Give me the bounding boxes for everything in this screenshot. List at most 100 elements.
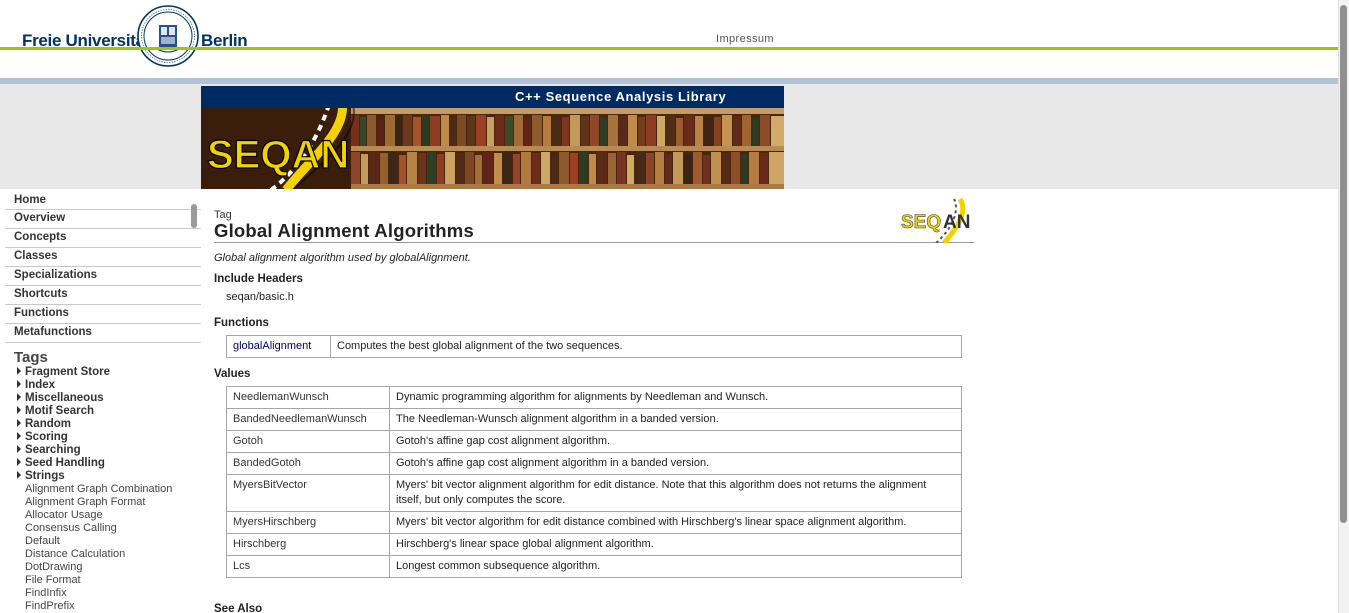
value-desc: Hirschberg's linear space global alignme… (389, 533, 962, 556)
university-header: Freie Universität Berlin Impressum (0, 0, 1338, 78)
main-content: Tag Global Alignment Algorithms SEQ AN G… (214, 192, 974, 613)
tag-group-random[interactable]: Random (5, 418, 201, 431)
expand-triangle-icon (17, 458, 21, 466)
tags-heading: Tags (14, 349, 48, 366)
tag-group-motif-search[interactable]: Motif Search (5, 405, 201, 418)
tag-group-index[interactable]: Index (5, 379, 201, 392)
value-name: NeedlemanWunsch (226, 386, 390, 409)
impressum-link[interactable]: Impressum (716, 33, 774, 45)
bookshelf-image: SEQAN (201, 108, 784, 189)
nav-metafunctions[interactable]: Metafunctions (5, 324, 201, 343)
table-row: BandedNeedlemanWunsch The Needleman-Wunsc… (226, 408, 962, 431)
tag-group-label: Strings (25, 470, 65, 482)
value-name: Gotoh (226, 430, 390, 453)
header-green-rule (0, 47, 1349, 50)
expand-triangle-icon (17, 432, 21, 440)
expand-triangle-icon (17, 471, 21, 479)
expand-triangle-icon (17, 393, 21, 401)
functions-heading: Functions (214, 317, 269, 329)
tag-group-fragment-store[interactable]: Fragment Store (5, 366, 201, 379)
tag-link[interactable]: Distance Calculation (5, 548, 201, 561)
table-row: MyersHirschberg Myers' bit vector algorit… (226, 511, 962, 534)
table-row: Gotoh Gotoh's affine gap cost alignment a… (226, 430, 962, 453)
value-desc: Gotoh's affine gap cost alignment algori… (389, 430, 962, 453)
include-file: seqan/basic.h (226, 291, 294, 303)
banner-tagline: C++ Sequence Analysis Library (515, 89, 727, 104)
value-desc: Myers' bit vector algorithm for edit dis… (389, 511, 962, 534)
nav-overview[interactable]: Overview (5, 210, 201, 229)
table-row: NeedlemanWunsch Dynamic programming algor… (226, 386, 962, 409)
tag-group-label: Seed Handling (25, 457, 105, 469)
svg-text:SEQ: SEQ (901, 212, 941, 233)
value-name: Hirschberg (226, 533, 390, 556)
seqan-banner[interactable]: C++ Sequence Analysis Library SEQAN (201, 86, 784, 189)
values-table: NeedlemanWunsch Dynamic programming algor… (226, 386, 962, 578)
values-heading: Values (214, 368, 251, 380)
tag-group-miscellaneous[interactable]: Miscellaneous (5, 392, 201, 405)
value-desc: Myers' bit vector alignment algorithm fo… (389, 474, 962, 512)
value-name: MyersHirschberg (226, 511, 390, 534)
tag-link[interactable]: Default (5, 535, 201, 548)
tag-link[interactable]: Allocator Usage (5, 509, 201, 522)
expand-triangle-icon (17, 406, 21, 414)
expand-triangle-icon (17, 380, 21, 388)
nav-concepts[interactable]: Concepts (5, 229, 201, 248)
tag-link[interactable]: FindInfix (5, 587, 201, 600)
tag-group-label: Scoring (25, 431, 68, 443)
nav-functions[interactable]: Functions (5, 305, 201, 324)
table-row: Hirschberg Hirschberg's linear space glob… (226, 533, 962, 556)
table-row: MyersBitVector Myers' bit vector alignmen… (226, 474, 962, 512)
value-desc: The Needleman-Wunsch alignment algorithm… (389, 408, 962, 431)
tag-link[interactable]: Alignment Graph Format (5, 496, 201, 509)
tag-link[interactable]: Consensus Calling (5, 522, 201, 535)
nav-shortcuts[interactable]: Shortcuts (5, 286, 201, 305)
tag-group-strings[interactable]: Strings (5, 470, 201, 483)
tag-group-label: Fragment Store (25, 366, 110, 378)
expand-triangle-icon (17, 419, 21, 427)
expand-triangle-icon (17, 367, 21, 375)
value-name: MyersBitVector (226, 474, 390, 512)
seqan-logo-text: SEQAN (207, 133, 349, 177)
tag-group-label: Random (25, 418, 71, 430)
tag-group-seed-handling[interactable]: Seed Handling (5, 457, 201, 470)
window-scrollbar-thumb[interactable] (1340, 5, 1347, 523)
title-divider (214, 242, 974, 243)
university-seal-icon[interactable] (137, 5, 199, 67)
function-desc: Computes the best global alignment of th… (330, 335, 962, 358)
value-desc: Gotoh's affine gap cost alignment algori… (389, 452, 962, 475)
svg-text:AN: AN (943, 212, 970, 233)
function-link[interactable]: globalAlignment (233, 340, 311, 352)
page-title: Global Alignment Algorithms (214, 220, 474, 241)
functions-table: globalAlignment Computes the best global… (226, 335, 962, 358)
value-desc: Dynamic programming algorithm for alignm… (389, 386, 962, 409)
sidebar-scrollbar[interactable] (191, 204, 197, 228)
seqan-logo-icon[interactable]: SEQ AN (900, 197, 974, 243)
sidebar: Home Overview Concepts Classes Specializ… (5, 192, 201, 613)
tag-link[interactable]: File Format (5, 574, 201, 587)
tag-link[interactable]: DotDrawing (5, 561, 201, 574)
tag-group-label: Miscellaneous (25, 392, 104, 404)
nav-classes[interactable]: Classes (5, 248, 201, 267)
nav-home[interactable]: Home (5, 192, 201, 210)
tag-group-scoring[interactable]: Scoring (5, 431, 201, 444)
tag-group-label: Searching (25, 444, 81, 456)
table-row: globalAlignment Computes the best global… (226, 335, 962, 358)
banner-tagline-strip: C++ Sequence Analysis Library (201, 86, 784, 108)
value-name: BandedNeedlemanWunsch (226, 408, 390, 431)
tag-group-searching[interactable]: Searching (5, 444, 201, 457)
expand-triangle-icon (17, 445, 21, 453)
nav-specializations[interactable]: Specializations (5, 267, 201, 286)
value-name: Lcs (226, 555, 390, 578)
include-headers-heading: Include Headers (214, 273, 303, 285)
table-row: BandedGotoh Gotoh's affine gap cost align… (226, 452, 962, 475)
table-row: Lcs Longest common subsequence algorithm. (226, 555, 962, 578)
tag-link[interactable]: FindPrefix (5, 600, 201, 613)
tag-group-label: Index (25, 379, 56, 391)
entry-summary: Global alignment algorithm used by globa… (214, 252, 471, 264)
tag-group-label: Motif Search (25, 405, 95, 417)
value-desc: Longest common subsequence algorithm. (389, 555, 962, 578)
see-also-heading: See Also (214, 603, 263, 613)
tag-link[interactable]: Alignment Graph Combination (5, 483, 201, 496)
function-name-cell: globalAlignment (226, 335, 331, 358)
value-name: BandedGotoh (226, 452, 390, 475)
